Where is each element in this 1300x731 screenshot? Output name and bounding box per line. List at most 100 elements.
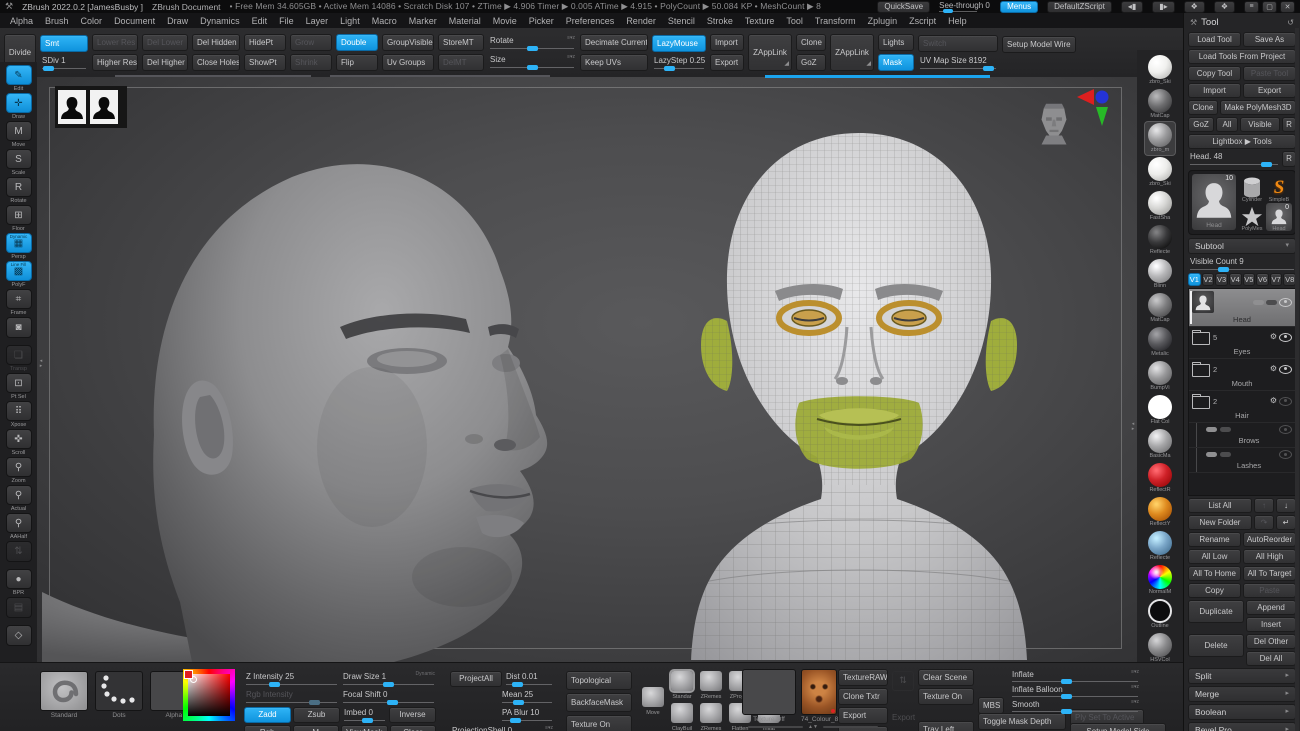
subtool-arrow-button[interactable]: ↓ [1276, 498, 1296, 513]
material-4-fastsha[interactable]: FastSha [1145, 190, 1175, 223]
shelf-track-2[interactable] [330, 75, 550, 77]
menu-color[interactable]: Color [75, 15, 109, 27]
rgb-toggle[interactable]: Rgb [244, 725, 291, 731]
lefttool-aahalf[interactable]: ⚲AAHalf [5, 513, 32, 540]
document-thumbnails[interactable] [55, 86, 127, 128]
mean-25-slider[interactable]: Mean 25 [500, 689, 554, 705]
section-bevel-pro[interactable]: Bevel Pro▸ [1188, 722, 1296, 731]
subtool-arrow-button[interactable]: ↷ [1254, 515, 1274, 530]
tool-load-tool-button[interactable]: Load Tool [1188, 32, 1241, 47]
brush-standar[interactable]: Standar [669, 669, 695, 693]
shelf-del-higher-button[interactable]: Del Higher [142, 54, 188, 71]
brush-claybuil[interactable]: ClayBuil [669, 701, 695, 725]
section-boolean[interactable]: Boolean▸ [1188, 704, 1296, 720]
menu-texture[interactable]: Texture [739, 15, 781, 27]
tray-backfacemask-button[interactable]: BackfaceMask [566, 693, 632, 712]
viewmask-button[interactable]: ViewMask [341, 725, 388, 731]
shelf-import-button[interactable]: Import [710, 34, 744, 51]
subtool-insert-button[interactable]: Insert [1246, 617, 1296, 632]
tool-goz-button[interactable]: GoZ [1188, 117, 1214, 132]
rgb-intensity-slider[interactable]: Rgb Intensity [244, 689, 339, 705]
material-6-blinn[interactable]: Blinn [1145, 258, 1175, 291]
subtool-del-all-button[interactable]: Del All [1246, 651, 1296, 666]
projectionshell-slider[interactable]: ProjectionShell 0≡▾z [450, 725, 554, 731]
shelf-close-holes-button[interactable]: Close Holes [192, 54, 240, 71]
shelf-size-slider[interactable]: Size≡▾z [488, 54, 576, 70]
color-picker[interactable] [183, 669, 235, 721]
draw-size-slider[interactable]: Draw Size 1Dynamic [341, 671, 436, 687]
viewport-canvas[interactable]: ◂▸ ◂▸ [37, 77, 1137, 662]
lefttool-bpr[interactable]: ●BPR [5, 569, 32, 596]
menu-stroke[interactable]: Stroke [701, 15, 739, 27]
inverse-button[interactable]: Inverse [389, 707, 436, 723]
lefttool-edit[interactable]: ✎Edit [5, 65, 32, 92]
subtool-section-header[interactable]: Subtool▾ [1188, 238, 1296, 254]
lefttool-actual[interactable]: ⚲Actual [5, 485, 32, 512]
visibility-eye-icon[interactable] [1279, 397, 1292, 406]
subtool-del-other-button[interactable]: Del Other [1246, 634, 1296, 649]
material-5-reflecte[interactable]: Reflecte [1145, 224, 1175, 257]
lefttool-transp[interactable]: ❏Transp [5, 345, 32, 372]
menu-marker[interactable]: Marker [403, 15, 443, 27]
active-tool-thumb[interactable]: 10 Head [1192, 174, 1236, 230]
shelf-setup-model-wire-button[interactable]: Setup Model Wire [1002, 36, 1076, 53]
subtool-list-all-button[interactable]: List All [1188, 498, 1252, 513]
subtool-item-hair[interactable]: 2⚙Hair [1189, 391, 1295, 423]
menu-render[interactable]: Render [620, 15, 662, 27]
tool-paste-tool-button[interactable]: Paste Tool [1243, 66, 1296, 81]
menu-document[interactable]: Document [108, 15, 161, 27]
shelf-del-lower-button[interactable]: Del Lower [142, 34, 188, 51]
shelf-track-1[interactable] [115, 75, 311, 77]
pa-blur-10-slider[interactable]: PA Blur 10 [500, 707, 554, 723]
menu-tool[interactable]: Tool [780, 15, 809, 27]
menu-edit[interactable]: Edit [246, 15, 274, 27]
subtool-rename-button[interactable]: Rename [1188, 532, 1241, 547]
lefttool-frame[interactable]: ⌗Frame [5, 289, 32, 316]
texture-clone-txtr-button[interactable]: Clone Txtr [838, 688, 888, 705]
left-tray-collapse-arrows[interactable]: ◂▸ [37, 359, 45, 369]
subtool-all-to-target-button[interactable]: All To Target [1243, 566, 1296, 581]
tray-inflate-slider[interactable]: Inflate≡▾z [1010, 669, 1140, 684]
default-zscript-button[interactable]: DefaultZScript [1047, 1, 1112, 13]
subtool-tab-v1[interactable]: V1 [1188, 273, 1201, 286]
tool-make-polymesh3d-button[interactable]: Make PolyMesh3D [1220, 100, 1296, 115]
shelf-uv-groups-button[interactable]: Uv Groups [382, 54, 434, 71]
menu-layer[interactable]: Layer [300, 15, 335, 27]
subtool-tab-v4[interactable]: V4 [1229, 273, 1242, 286]
subtool-arrow-button[interactable]: ↵ [1276, 515, 1296, 530]
material-15-normalm[interactable]: NormalM [1145, 564, 1175, 597]
z-intensity-slider[interactable]: Z Intensity 25 [244, 671, 339, 687]
see-through-slider[interactable]: See-through 0 [939, 1, 991, 12]
material-14-reflecte[interactable]: Reflecte [1145, 530, 1175, 563]
quick-pick-2-icon[interactable]: ❖ [1214, 1, 1235, 13]
visible-count-slider-inner[interactable]: Visible Count 9 [1188, 256, 1296, 272]
shelf-lower-res-button[interactable]: Lower Res [92, 34, 138, 51]
subtool-tab-v7[interactable]: V7 [1270, 273, 1283, 286]
subtool-all-to-home-button[interactable]: All To Home [1188, 566, 1241, 581]
tool-copy-tool-button[interactable]: Copy Tool [1188, 66, 1241, 81]
lefttool-gizmo[interactable]: ◇ [5, 625, 32, 652]
shelf-delmt-button[interactable]: DelMT [438, 54, 484, 71]
shelf-del-hidden-button[interactable]: Del Hidden [192, 34, 240, 51]
material-2-zbro-m[interactable]: zbro_m [1145, 122, 1175, 155]
tool-import-button[interactable]: Import [1188, 83, 1241, 98]
panel-scroll-gutter[interactable] [1295, 28, 1299, 731]
shelf-uv-map-size-8192-slider[interactable]: UV Map Size 8192 [918, 55, 998, 71]
lefttool-persp[interactable]: ▦DynamicPersp [5, 233, 32, 260]
subtool-append-button[interactable]: Append [1246, 600, 1296, 615]
view-orientation-head-icon[interactable] [1037, 101, 1071, 145]
tray-topological-button[interactable]: Topological [566, 671, 632, 690]
menus-toggle-button[interactable]: Menus [1000, 1, 1038, 13]
lefttool-flip[interactable]: ⇅ [5, 541, 32, 568]
shelf-smt-button[interactable]: Smt [40, 35, 88, 52]
head-tool-slider[interactable]: Head. 48 [1188, 151, 1280, 167]
lefttool-floor[interactable]: ⊞Floor [5, 205, 32, 232]
shelf-decimate-current-button[interactable]: Decimate Current [580, 34, 648, 51]
focal-shift-slider[interactable]: Focal Shift 0 [341, 689, 436, 705]
doc-thumb-2[interactable] [90, 90, 118, 124]
wireframe-head-model[interactable] [649, 115, 1069, 660]
texture-textureraw-button[interactable]: TextureRAW [838, 669, 888, 686]
subtool-tab-v5[interactable]: V5 [1243, 273, 1256, 286]
shelf-hidept-button[interactable]: HidePt [244, 34, 286, 51]
setup-model-side-button[interactable]: Setup Model Side [1070, 723, 1166, 731]
